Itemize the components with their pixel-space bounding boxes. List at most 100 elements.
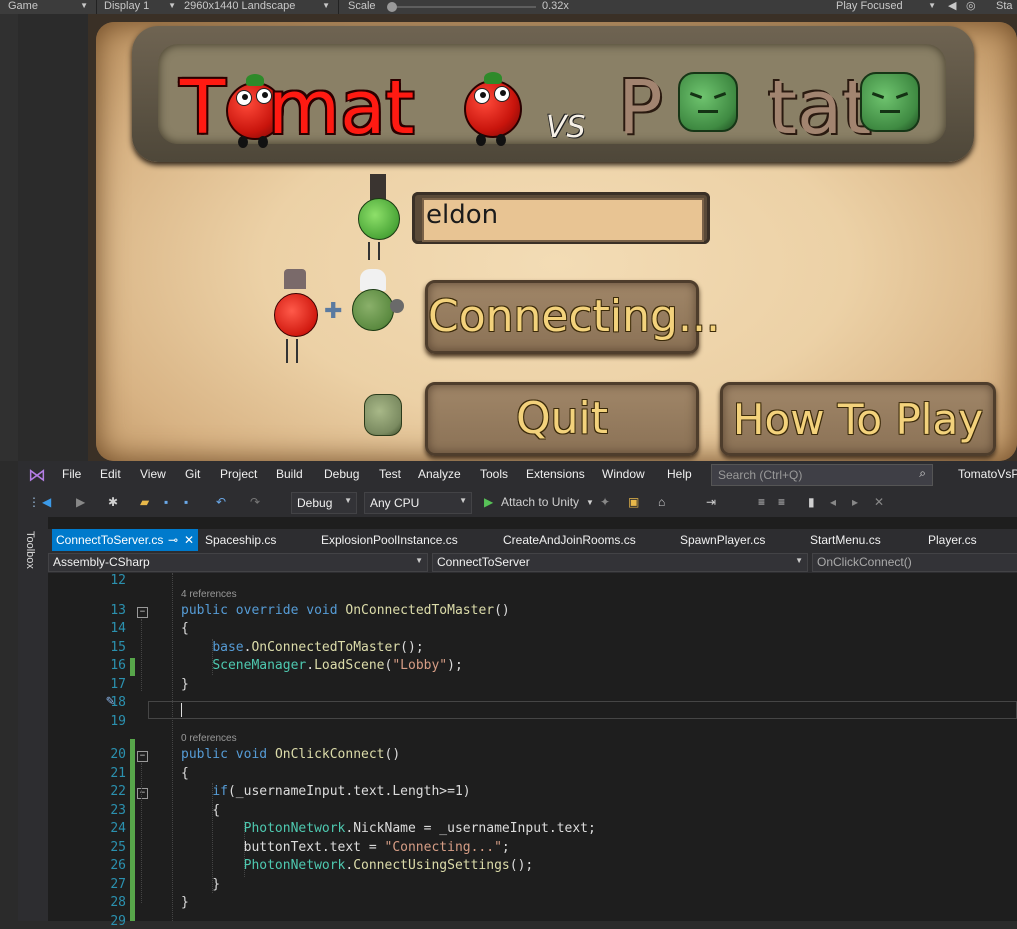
- unity-game-toolbar: Game ▼ Display 1 ▼ 2960x1440 Landscape ▼ Sc…: [0, 0, 1017, 14]
- text-cursor: [181, 703, 182, 717]
- crossed-utensils-icon: ✚: [324, 298, 343, 323]
- redo-icon[interactable]: ↷: [250, 495, 260, 509]
- potato-icon: [364, 394, 402, 436]
- comment-icon[interactable]: ≡: [758, 495, 765, 509]
- title-tomato-part2: mat: [268, 65, 415, 151]
- potato-o-icon: [678, 72, 738, 132]
- prev-bookmark-icon[interactable]: ◂: [830, 495, 836, 509]
- line-number: 26: [110, 858, 126, 873]
- forward-icon[interactable]: ▶: [76, 495, 85, 509]
- vs-toolbar: ⋮ ◀ ▶ ✱ ▰ ▪ ▪ ↶ ↷ Debug ▼ Any CPU ▼ ▶ Atta…: [18, 489, 1017, 517]
- menu-git[interactable]: Git: [185, 467, 200, 481]
- member-dropdown[interactable]: OnClickConnect(): [812, 553, 1017, 572]
- collapse-icon[interactable]: −: [137, 788, 148, 799]
- tab-createandjoinrooms[interactable]: CreateAndJoinRooms.cs: [503, 533, 636, 547]
- visual-studio-logo-icon[interactable]: ⋈: [28, 465, 50, 485]
- game-tab-dropdown[interactable]: Game ▼: [8, 0, 92, 14]
- next-bookmark-icon[interactable]: ▸: [852, 495, 858, 509]
- codelens-references[interactable]: 4 references: [181, 589, 237, 600]
- tab-connecttoserver[interactable]: ConnectToServer.cs ⊸ ✕: [52, 529, 198, 551]
- hot-reload-icon[interactable]: ✦: [600, 495, 610, 509]
- close-icon[interactable]: ✕: [184, 533, 194, 547]
- game-view: T mat VS P tat eldon ✚ Connecting... Qui…: [88, 14, 1017, 461]
- tab-spawnplayer[interactable]: SpawnPlayer.cs: [680, 533, 765, 547]
- tab-explosionpoolinstance[interactable]: ExplosionPoolInstance.cs: [321, 533, 458, 547]
- menu-tools[interactable]: Tools: [480, 467, 508, 481]
- display-dropdown[interactable]: Display 1 ▼: [104, 0, 180, 14]
- quick-actions-brush-icon[interactable]: ✎: [106, 693, 114, 709]
- undo-icon[interactable]: ↶: [216, 495, 226, 509]
- open-folder-icon[interactable]: ▰: [140, 495, 149, 509]
- menu-debug[interactable]: Debug: [324, 467, 359, 481]
- connect-button-label: Connecting...: [428, 291, 720, 342]
- back-icon[interactable]: ◀: [42, 495, 51, 509]
- tomato-character-icon: [274, 269, 320, 369]
- menu-test[interactable]: Test: [379, 467, 401, 481]
- play-mode-dropdown[interactable]: Play Focused ▼: [836, 0, 940, 14]
- quit-button-label: Quit: [516, 393, 608, 444]
- clear-bookmarks-icon[interactable]: ✕: [874, 495, 884, 509]
- menu-file[interactable]: File: [62, 467, 81, 481]
- line-number: 15: [110, 640, 126, 655]
- tab-spaceship[interactable]: Spaceship.cs: [205, 533, 276, 547]
- new-item-icon[interactable]: ✱: [108, 495, 118, 509]
- chevron-down-icon: ▼: [168, 1, 176, 10]
- tab-player[interactable]: Player.cs: [928, 533, 977, 547]
- menu-view[interactable]: View: [140, 467, 166, 481]
- tab-startmenu[interactable]: StartMenu.cs: [810, 533, 881, 547]
- chevron-down-icon[interactable]: ▼: [586, 498, 594, 507]
- toolbox-tab[interactable]: Toolbox: [24, 531, 36, 569]
- pin-icon[interactable]: ⊸: [168, 533, 178, 547]
- menu-help[interactable]: Help: [667, 467, 692, 481]
- indent-icon[interactable]: ⇥: [706, 495, 716, 509]
- vs-menubar: ⋈ File Edit View Git Project Build Debug…: [18, 461, 1017, 489]
- how-to-play-button[interactable]: How To Play: [720, 382, 996, 456]
- find-in-files-icon[interactable]: ▣: [628, 495, 639, 509]
- menu-project[interactable]: Project: [220, 467, 257, 481]
- uncomment-icon[interactable]: ≡: [778, 495, 785, 509]
- potato-o-icon: [860, 72, 920, 132]
- resolution-dropdown[interactable]: 2960x1440 Landscape ▼: [184, 0, 334, 14]
- line-number: 16: [110, 658, 126, 673]
- play-icon[interactable]: ▶: [484, 495, 493, 509]
- search-input[interactable]: Search (Ctrl+Q) ⌕: [711, 464, 933, 486]
- line-number: 24: [110, 821, 126, 836]
- line-number: 25: [110, 840, 126, 855]
- potato-character-icon: [358, 174, 402, 264]
- project-label: Assembly-CSharp: [53, 555, 150, 569]
- stats-button[interactable]: Sta: [996, 0, 1017, 14]
- scale-slider[interactable]: [387, 2, 536, 12]
- mute-audio-icon[interactable]: ◀: [948, 0, 962, 14]
- code-line: public void OnClickConnect(): [181, 747, 401, 762]
- chef-potato-character-icon: [350, 269, 406, 339]
- class-label: ConnectToServer: [437, 555, 530, 569]
- class-dropdown[interactable]: ConnectToServer ▼: [432, 553, 808, 572]
- window-icon[interactable]: ⌂: [658, 495, 665, 509]
- save-all-icon[interactable]: ▪: [184, 495, 188, 509]
- code-line: }: [181, 677, 189, 692]
- menu-window[interactable]: Window: [602, 467, 645, 481]
- title-potato-part2: tat: [768, 65, 872, 151]
- platform-dropdown[interactable]: Any CPU ▼: [364, 492, 472, 514]
- gizmo-icon[interactable]: ◎: [966, 0, 980, 14]
- quit-button[interactable]: Quit: [425, 382, 699, 456]
- code-editor[interactable]: 12 13 14 15 16 17 18 19 20 21 22 23 24 2…: [48, 573, 1017, 929]
- attach-to-unity-button[interactable]: Attach to Unity: [501, 495, 579, 509]
- menu-extensions[interactable]: Extensions: [526, 467, 585, 481]
- codelens-references[interactable]: 0 references: [181, 733, 237, 744]
- bookmark-icon[interactable]: ▮: [808, 495, 815, 509]
- collapse-icon[interactable]: −: [137, 751, 148, 762]
- project-dropdown[interactable]: Assembly-CSharp ▼: [48, 553, 428, 572]
- collapse-icon[interactable]: −: [137, 607, 148, 618]
- menu-build[interactable]: Build: [276, 467, 303, 481]
- save-icon[interactable]: ▪: [164, 495, 168, 509]
- line-number: 22: [110, 784, 126, 799]
- chevron-down-icon: ▼: [928, 1, 936, 10]
- vs-left-rail: [18, 517, 48, 921]
- connect-button[interactable]: Connecting...: [425, 280, 720, 354]
- configuration-dropdown[interactable]: Debug ▼: [291, 492, 357, 514]
- change-indicator: [130, 739, 135, 921]
- menu-analyze[interactable]: Analyze: [418, 467, 461, 481]
- scale-slider-handle[interactable]: [387, 2, 397, 12]
- menu-edit[interactable]: Edit: [100, 467, 121, 481]
